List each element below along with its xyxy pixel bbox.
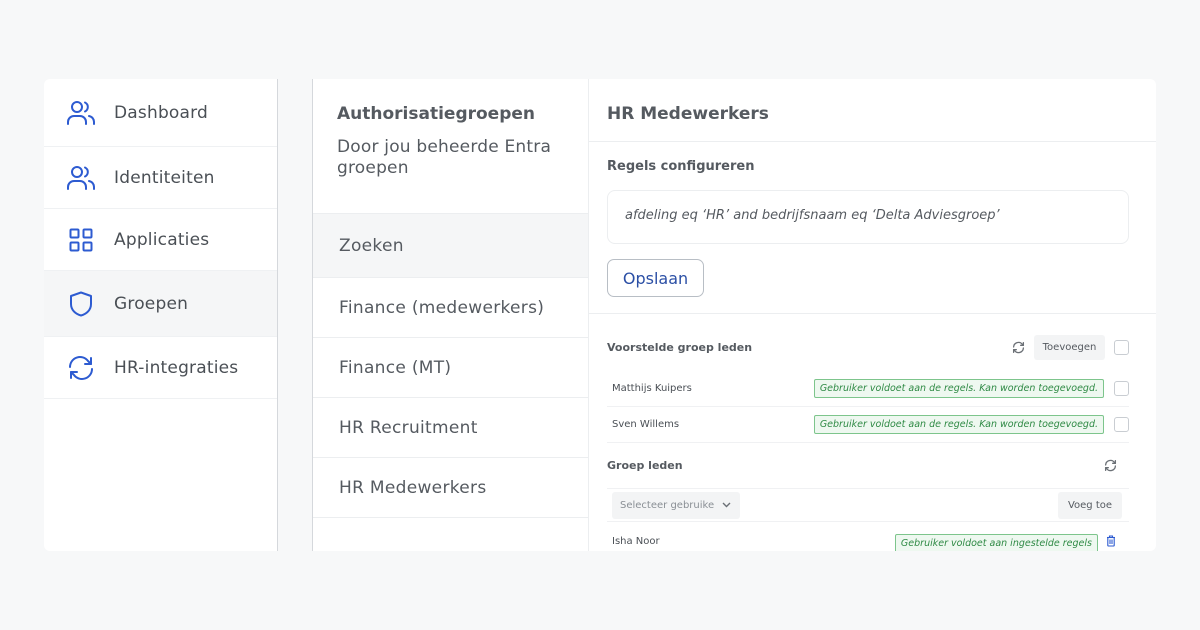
group-item-hr-medewerkers[interactable]: HR Medewerkers [313, 458, 588, 518]
sidebar-nav: Dashboard Identiteiten Applicaties Groep… [44, 79, 278, 551]
sidebar-item-applicaties[interactable]: Applicaties [44, 209, 277, 271]
sync-icon [66, 353, 96, 383]
sidebar-item-label: Dashboard [114, 102, 209, 123]
refresh-icon[interactable] [1102, 457, 1118, 473]
sidebar-item-identiteiten[interactable]: Identiteiten [44, 147, 277, 209]
add-member-button[interactable]: Voeg toe [1058, 491, 1122, 519]
member-name: Matthijs Kuipers [612, 383, 692, 394]
group-item-hr-recruitment[interactable]: HR Recruitment [313, 398, 588, 458]
shield-icon [66, 289, 96, 319]
list-item: Matthijs Kuipers Gebruiker voldoet aan d… [607, 371, 1129, 407]
status-badge: Gebruiker voldoet aan de regels. Kan wor… [813, 379, 1104, 398]
user-select-placeholder: Selecteer gebruike [620, 499, 715, 511]
user-select[interactable]: Selecteer gebruike [612, 491, 740, 519]
refresh-icon[interactable] [1010, 339, 1026, 355]
rules-section: Regels configureren afdeling eq ‘HR’ and… [589, 142, 1156, 314]
group-members-heading: Groep leden [607, 458, 683, 472]
rules-heading: Regels configureren [607, 159, 755, 174]
list-item: Sven Willems Gebruiker voldoet aan de re… [607, 407, 1129, 443]
sidebar-item-dashboard[interactable]: Dashboard [44, 79, 277, 147]
rule-input[interactable]: afdeling eq ‘HR’ and bedrijfsnaam eq ‘De… [607, 190, 1129, 244]
suggested-members-heading: Voorstelde groep leden [607, 340, 753, 354]
users-icon [66, 163, 96, 193]
grid-icon [66, 225, 96, 255]
groups-header: Authorisatiegroepen Door jou beheerde En… [313, 79, 588, 214]
select-all-checkbox[interactable] [1114, 339, 1129, 355]
group-detail-title: HR Medewerkers [589, 79, 1156, 142]
chevron-down-icon [722, 502, 731, 508]
sidebar-item-label: Groepen [114, 293, 189, 314]
member-checkbox[interactable] [1114, 417, 1129, 432]
sidebar-item-label: Applicaties [114, 229, 210, 250]
group-item-finance-mt[interactable]: Finance (MT) [313, 338, 588, 398]
trash-icon[interactable] [1104, 534, 1118, 548]
groups-panel: Authorisatiegroepen Door jou beheerde En… [312, 79, 589, 551]
suggested-members-section: Voorstelde groep leden Toevoegen Matthij… [607, 334, 1129, 443]
group-search[interactable]: Zoeken [313, 214, 588, 278]
add-suggested-button[interactable]: Toevoegen [1034, 334, 1105, 360]
users-icon [66, 98, 96, 128]
member-name: Sven Willems [612, 419, 680, 430]
groups-subtitle: Door jou beheerde Entra groepen [337, 137, 552, 178]
list-item: Isha Noor Gebruiker voldoet aan ingestel… [607, 530, 1129, 551]
status-badge: Gebruiker voldoet aan ingestelde regels [894, 534, 1098, 551]
group-detail-panel: HR Medewerkers Regels configureren afdel… [589, 79, 1156, 551]
group-item-finance-medewerkers[interactable]: Finance (medewerkers) [313, 278, 588, 338]
group-members-section: Groep leden Selecteer gebruike Voeg toe … [607, 455, 1129, 551]
save-button[interactable]: Opslaan [607, 259, 704, 297]
member-checkbox[interactable] [1114, 381, 1129, 396]
sidebar-item-groepen[interactable]: Groepen [44, 271, 277, 337]
status-badge: Gebruiker voldoet aan de regels. Kan wor… [813, 415, 1104, 434]
member-name: Isha Noor [612, 536, 660, 547]
groups-title: Authorisatiegroepen [337, 104, 536, 124]
sidebar-item-hr-integraties[interactable]: HR-integraties [44, 337, 277, 399]
sidebar-item-label: HR-integraties [114, 357, 239, 378]
sidebar-item-label: Identiteiten [114, 167, 215, 188]
